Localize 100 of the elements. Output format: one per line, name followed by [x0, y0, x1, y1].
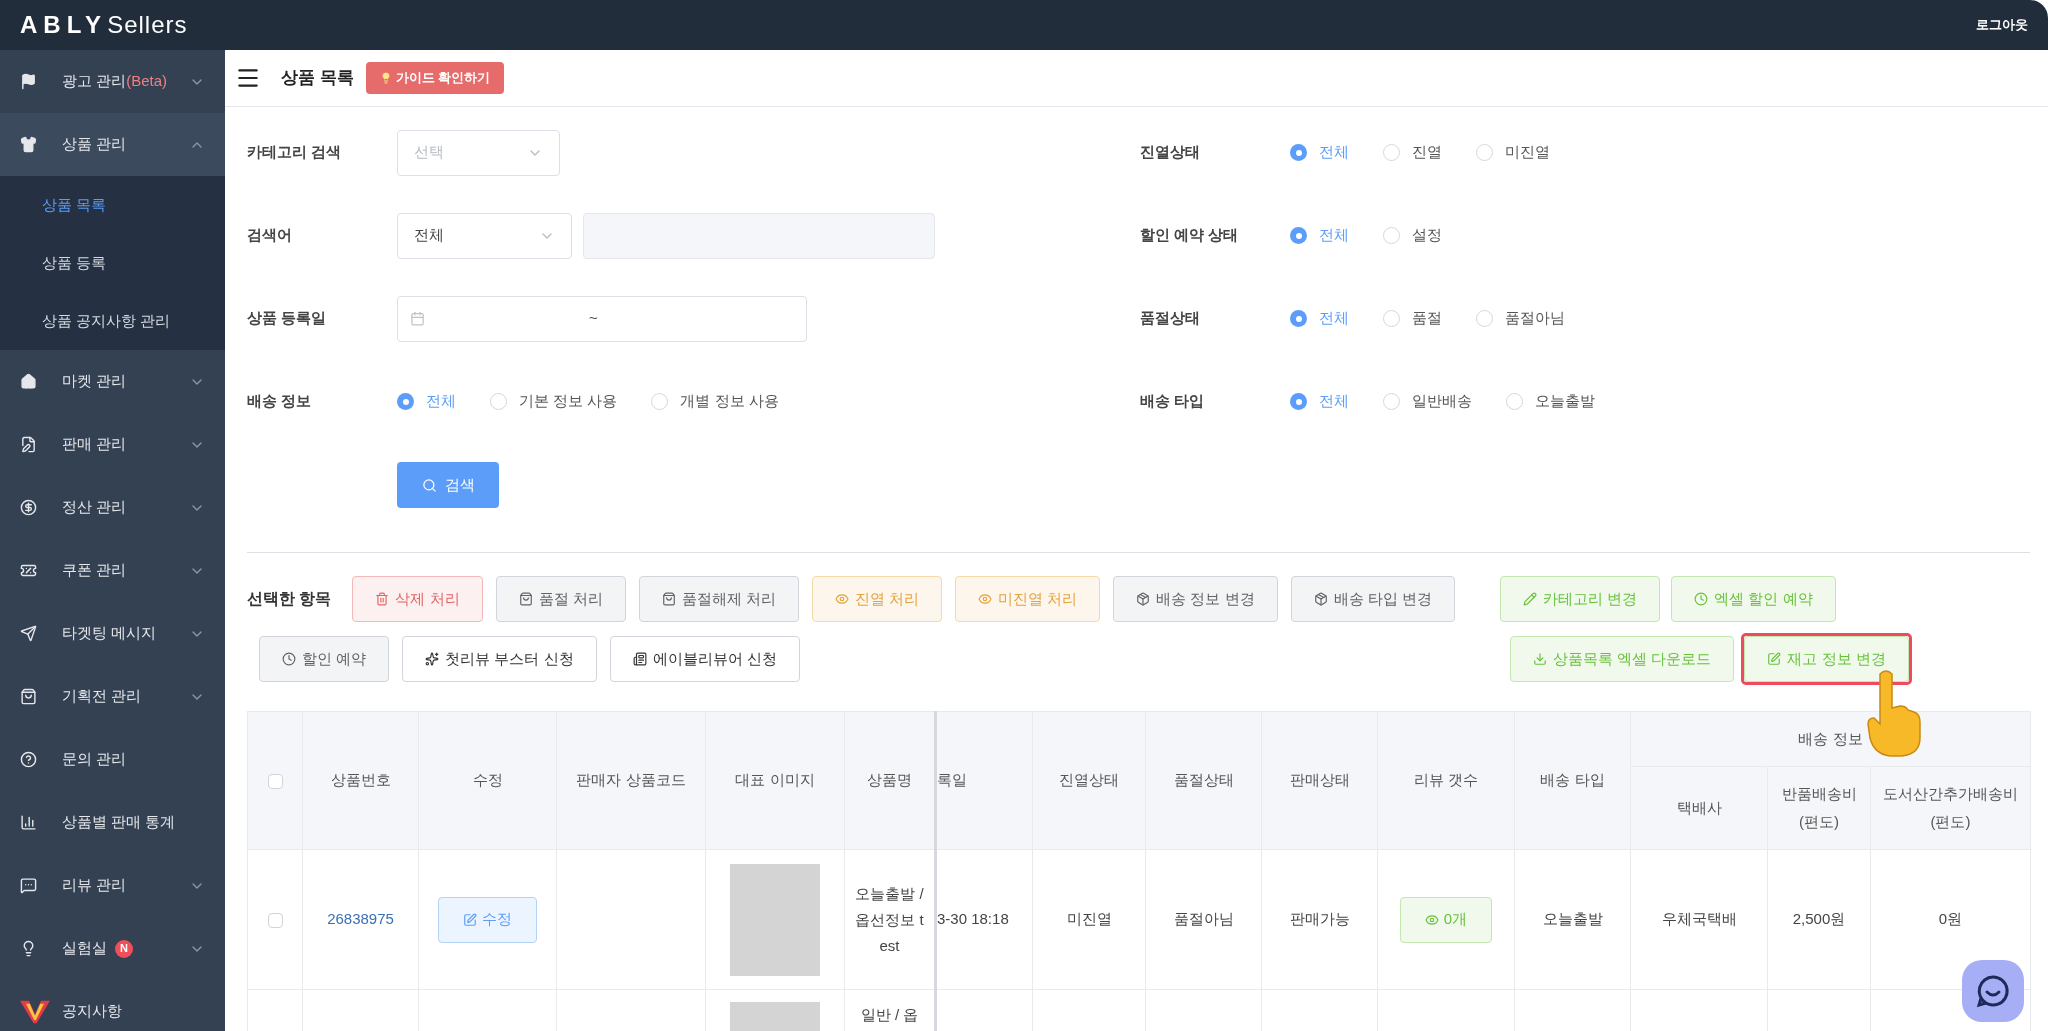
product-number-link[interactable]: 26838975 [327, 910, 394, 928]
radio-option[interactable]: 진열 [1383, 141, 1442, 164]
radio-button[interactable] [397, 393, 414, 410]
column-header: 배송 타입 [1514, 711, 1631, 850]
eye-icon [1424, 912, 1439, 927]
sidebar-item[interactable]: 광고 관리(Beta) [0, 50, 225, 113]
date-separator: ~ [589, 308, 598, 329]
radio-button[interactable] [1290, 227, 1307, 244]
radio-option[interactable]: 미진열 [1476, 141, 1550, 164]
column-header: 상품명 [844, 711, 936, 850]
radio-option[interactable]: 일반배송 [1383, 390, 1472, 413]
radio-button[interactable] [1290, 393, 1307, 410]
sidebar-item[interactable]: 기획전 관리 [0, 665, 225, 728]
soldout-status: 품절아님 [1173, 910, 1234, 928]
action-button[interactable]: 품절 처리 [495, 576, 626, 622]
radio-button[interactable] [651, 393, 669, 410]
action-button[interactable]: 품절해제 처리 [638, 576, 799, 622]
new-badge: N [115, 939, 133, 958]
action-button[interactable]: 에이블리뷰어 신청 [609, 636, 800, 682]
bar-chart-icon [20, 814, 37, 831]
column-header: 상품번호 [302, 711, 419, 850]
sidebar-item[interactable]: 상품별 판매 통계 [0, 791, 225, 854]
radio-option[interactable]: 품절아님 [1476, 307, 1565, 330]
sidebar-subitem[interactable]: 상품 등록 [0, 234, 225, 292]
action-button[interactable]: 할인 예약 [259, 636, 390, 682]
date-range-field[interactable]: ~ [397, 295, 807, 342]
sidebar-item[interactable]: 쿠폰 관리 [0, 539, 225, 602]
radio-option[interactable]: 설정 [1383, 224, 1442, 247]
trash-icon [375, 592, 390, 606]
keyword-input[interactable] [583, 212, 935, 259]
radio-button[interactable] [1290, 144, 1307, 161]
radio-button[interactable] [490, 393, 507, 410]
filter-label: 품절상태 [1140, 308, 1201, 329]
filter-label: 배송 정보 [247, 391, 313, 412]
paper-plane-icon [20, 625, 37, 642]
checkbox[interactable] [267, 773, 283, 789]
sidebar-item[interactable]: 문의 관리 [0, 728, 225, 791]
chat-icon [20, 877, 37, 894]
sidebar-item[interactable]: 타겟팅 메시지 [0, 602, 225, 665]
chat-button[interactable] [1962, 960, 2024, 1022]
filter-label: 검색어 [247, 225, 293, 246]
sidebar-item[interactable]: 상품 관리 [0, 113, 225, 176]
return-fee: 2,500원 [1792, 910, 1846, 928]
action-button[interactable]: 배송 정보 변경 [1113, 576, 1278, 622]
column-header: 택배사 [1630, 766, 1768, 850]
sidebar-item[interactable]: 실험실 N [0, 917, 225, 980]
sidebar-item[interactable]: 판매 관리 [0, 413, 225, 476]
edit-icon [463, 912, 477, 927]
column-header: 반품배송비 (편도) [1767, 766, 1871, 850]
radio-option[interactable]: 개별 정보 사용 [651, 390, 779, 413]
search-icon [421, 477, 437, 493]
registered-date: 3-30 18:18 [937, 910, 1009, 928]
radio-button[interactable] [1290, 310, 1307, 327]
action-button[interactable]: 첫리뷰 부스터 신청 [402, 636, 597, 682]
radio-option[interactable]: 품절 [1383, 307, 1442, 330]
coin-icon [20, 499, 37, 516]
display-status: 미진열 [1066, 910, 1112, 928]
column-header: 도서산간추가배송비 (편도) [1870, 766, 2031, 850]
shopping-bag-icon [20, 688, 37, 705]
filter-label: 할인 예약 상태 [1140, 225, 1240, 246]
radio-button[interactable] [1476, 310, 1493, 327]
home-icon [20, 373, 37, 390]
radio-button[interactable] [1383, 144, 1400, 161]
checkbox[interactable] [267, 912, 283, 928]
flag-icon [20, 73, 37, 90]
radio-option[interactable]: 오늘출발 [1506, 390, 1595, 413]
bag-icon [661, 592, 676, 606]
radio-option[interactable]: 기본 정보 사용 [490, 390, 618, 413]
eye-icon [978, 592, 993, 606]
pencil-icon [1523, 592, 1537, 606]
sidebar-item[interactable]: 리뷰 관리 [0, 854, 225, 917]
logout-button[interactable]: 로그아웃 [1976, 15, 2028, 35]
filter-label: 상품 등록일 [247, 308, 328, 329]
radio-button[interactable] [1476, 144, 1493, 161]
column-header: 판매자 상품코드 [556, 711, 706, 850]
selected-items-label: 선택한 항목 [247, 589, 332, 609]
product-name: 일반 / 옵 [859, 1005, 920, 1025]
sidebar-item[interactable]: 마켓 관리 [0, 350, 225, 413]
logo[interactable]: ABLY Sellers [20, 7, 188, 43]
radio-button[interactable] [1383, 393, 1400, 410]
sidebar-subitem[interactable]: 상품 목록 [0, 176, 225, 234]
radio-button[interactable] [1383, 227, 1400, 244]
sidebar-item[interactable]: 공지사항 [0, 980, 225, 1031]
action-button[interactable]: 배송 타입 변경 [1290, 576, 1455, 622]
package-icon [1313, 592, 1328, 606]
column-header: 록일 [935, 711, 1033, 850]
sidebar-item[interactable]: 정산 관리 [0, 476, 225, 539]
column-group-header: 배송 정보 [1630, 711, 2031, 767]
extra-fee: 0원 [1938, 910, 1963, 928]
column-header: 리뷰 갯수 [1377, 711, 1515, 850]
radio-button[interactable] [1383, 310, 1400, 327]
filter-label: 진열상태 [1140, 142, 1201, 163]
document-icon [632, 652, 647, 666]
sidebar-subitem[interactable]: 상품 공지사항 관리 [0, 292, 225, 350]
radio-button[interactable] [1506, 393, 1523, 410]
sale-status: 판매가능 [1289, 910, 1350, 928]
keyword-type-select[interactable]: 전체 [397, 212, 572, 259]
filter-label: 배송 타입 [1140, 391, 1206, 412]
chat-smile-icon [1976, 974, 2010, 1008]
clock-icon [282, 652, 296, 666]
